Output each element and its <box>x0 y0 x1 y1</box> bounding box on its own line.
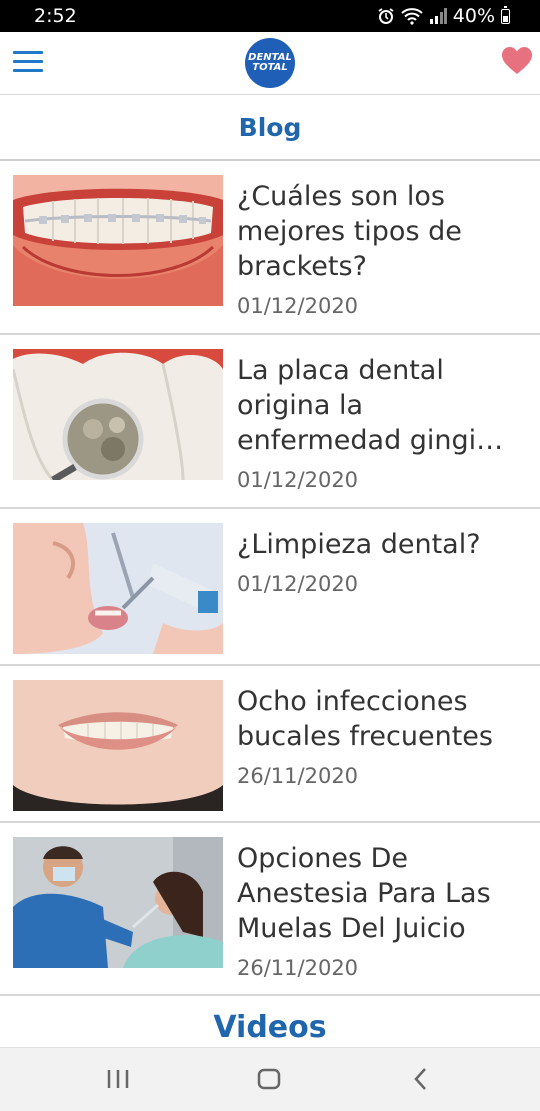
status-time: 2:52 <box>34 5 77 27</box>
post-title: ¿Limpieza dental? <box>237 529 481 560</box>
section-title-blog: Blog <box>0 95 540 161</box>
dental-total-logo[interactable]: DENTAL TOTAL <box>245 38 295 88</box>
heart-icon[interactable] <box>501 46 533 76</box>
post-title: ¿Cuáles son los mejores tipos de bracket… <box>237 181 462 282</box>
dental-cleaning-image <box>13 523 223 654</box>
blog-post-item[interactable]: La placa dental origina la enfermedad gi… <box>0 335 540 509</box>
post-date: 01/12/2020 <box>237 468 359 492</box>
post-thumbnail <box>13 680 223 811</box>
blog-post-item[interactable]: Opciones De Anestesia Para Las Muelas De… <box>0 823 540 996</box>
dentist-patient-image <box>13 837 223 968</box>
post-thumbnail <box>13 175 223 306</box>
back-icon[interactable] <box>409 1065 433 1098</box>
post-date: 26/11/2020 <box>237 956 359 980</box>
section-title-videos[interactable]: Videos <box>0 1010 540 1045</box>
post-date: 01/12/2020 <box>237 572 359 596</box>
status-bar: 2:52 40% <box>0 0 540 32</box>
home-icon[interactable] <box>256 1065 282 1098</box>
post-title: La placa dental origina la enfermedad gi… <box>237 355 504 456</box>
blog-post-item[interactable]: ¿Cuáles son los mejores tipos de bracket… <box>0 161 540 335</box>
battery-icon <box>501 5 510 24</box>
post-date: 01/12/2020 <box>237 294 359 318</box>
alarm-icon <box>378 8 394 24</box>
blog-post-item[interactable]: ¿Limpieza dental? 01/12/2020 <box>0 509 540 666</box>
post-thumbnail <box>13 837 223 968</box>
post-thumbnail <box>13 349 223 480</box>
logo-line2: TOTAL <box>252 62 288 73</box>
blog-list: ¿Cuáles son los mejores tipos de bracket… <box>0 161 540 996</box>
hamburger-menu-icon[interactable] <box>13 51 43 75</box>
signal-icon <box>429 8 447 24</box>
blog-post-item[interactable]: Ocho infecciones bucales frecuentes 26/1… <box>0 666 540 823</box>
app-header: DENTAL TOTAL <box>0 32 540 95</box>
post-title: Opciones De Anestesia Para Las Muelas De… <box>237 843 491 944</box>
system-navigation-bar <box>0 1047 540 1111</box>
plaque-magnifier-image <box>13 349 223 480</box>
battery-percent: 40% <box>452 5 495 27</box>
post-thumbnail <box>13 523 223 654</box>
recent-apps-icon[interactable] <box>106 1065 130 1098</box>
post-date: 26/11/2020 <box>237 764 359 788</box>
post-title: Ocho infecciones bucales frecuentes <box>237 686 493 752</box>
wifi-icon <box>401 8 423 25</box>
smile-image <box>13 680 223 811</box>
braces-smile-image <box>13 175 223 306</box>
